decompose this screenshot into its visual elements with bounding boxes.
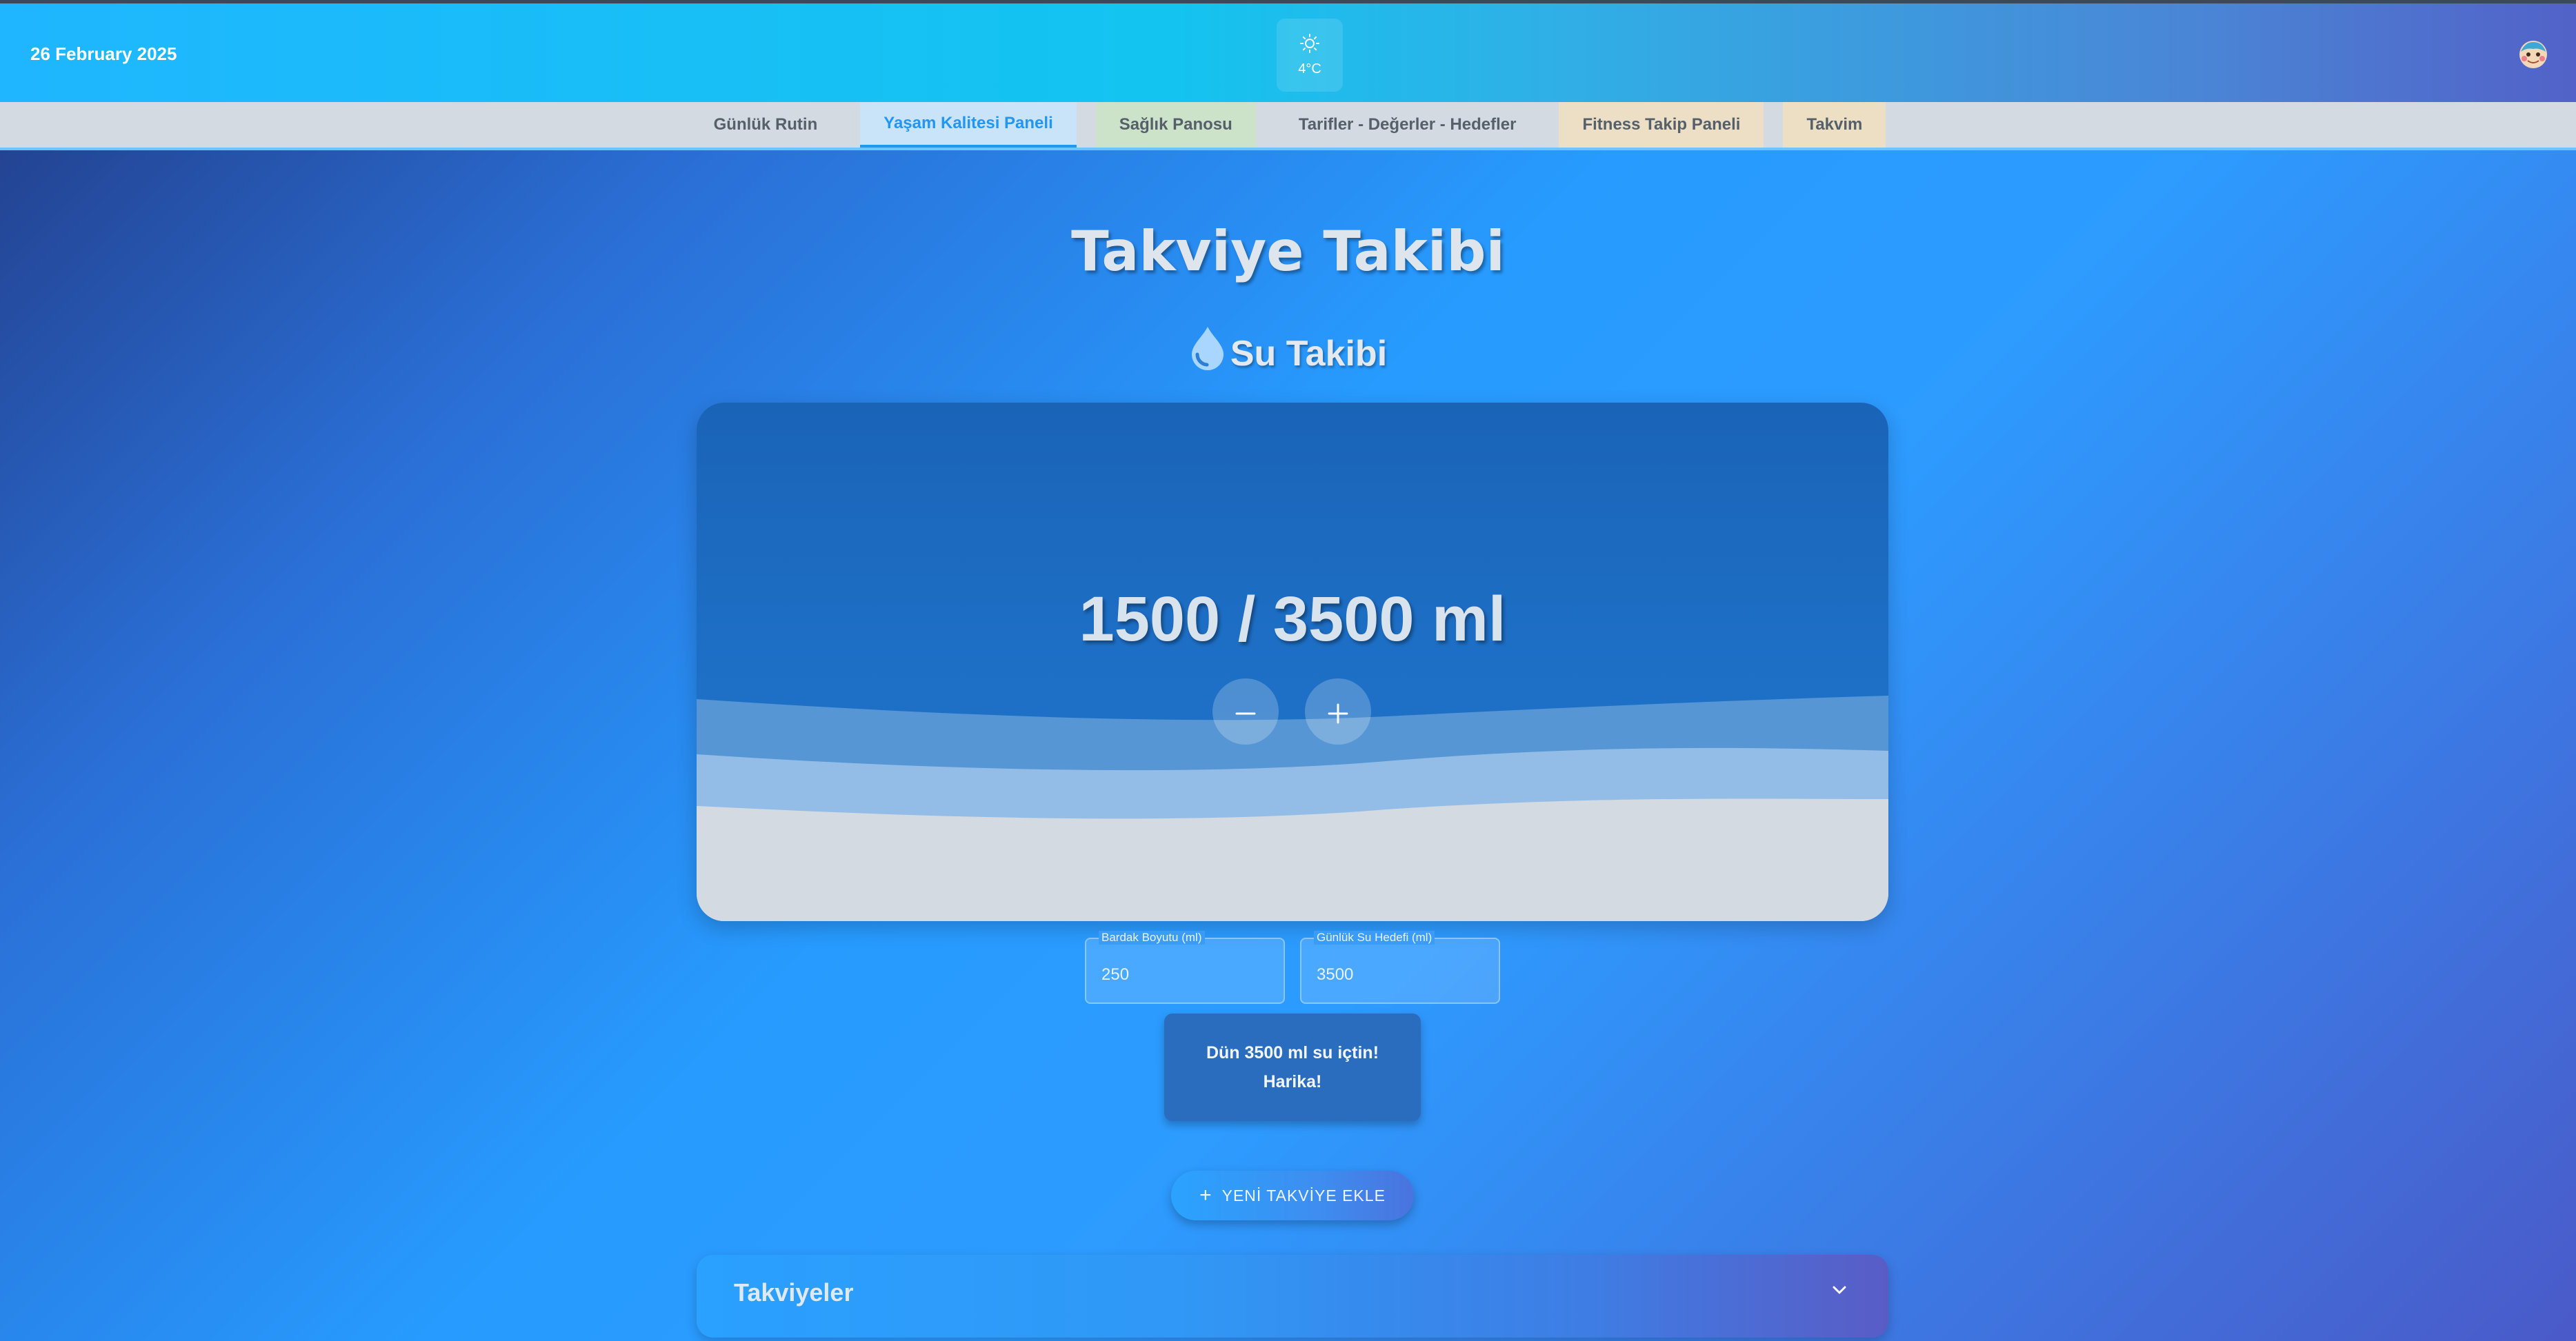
tab-tarifler-degerler-hedefler[interactable]: Tarifler - Değerler - Hedefler: [1275, 102, 1540, 148]
increase-water-button[interactable]: [1305, 678, 1371, 745]
daily-goal-label: Günlük Su Hedefi (ml): [1314, 931, 1435, 945]
yesterday-message: Dün 3500 ml su içtin! Harika!: [1164, 1014, 1421, 1121]
cup-size-field[interactable]: Bardak Boyutu (ml) 250: [1085, 931, 1285, 1004]
yesterday-message-line2: Harika!: [1263, 1072, 1322, 1091]
chevron-down-icon[interactable]: [1832, 1285, 1847, 1298]
tab-fitness-takip-paneli[interactable]: Fitness Takip Paneli: [1559, 102, 1764, 148]
main-nav: Günlük Rutin Yaşam Kalitesi Paneli Sağlı…: [0, 102, 2576, 150]
tab-takvim[interactable]: Takvim: [1783, 102, 1886, 148]
sun-icon: [1299, 33, 1320, 57]
page-title: Takviye Takibi: [1071, 219, 1505, 283]
supplements-title: Takviyeler: [734, 1278, 854, 1307]
water-amount: 1500 / 3500 ml: [1079, 584, 1506, 654]
water-drop-icon: [1189, 325, 1226, 374]
current-date: 26 February 2025: [30, 43, 177, 64]
plus-icon: +: [1199, 1184, 1212, 1207]
top-header: 26 February 2025 4°C: [0, 0, 2576, 102]
tab-gunluk-rutin[interactable]: Günlük Rutin: [690, 102, 841, 148]
tab-yasam-kalitesi-paneli[interactable]: Yaşam Kalitesi Paneli: [860, 102, 1077, 148]
daily-goal-field[interactable]: Günlük Su Hedefi (ml) 3500: [1300, 931, 1500, 1004]
decrease-water-button[interactable]: [1212, 678, 1279, 745]
add-supplement-label: YENİ TAKVİYE EKLE: [1221, 1186, 1386, 1204]
weather-widget[interactable]: 4°C: [1277, 19, 1343, 92]
plus-icon: [1326, 691, 1350, 732]
water-level-waves: [697, 696, 1888, 921]
cup-size-label: Bardak Boyutu (ml): [1099, 931, 1205, 945]
temperature: 4°C: [1298, 61, 1321, 77]
tab-saglik-panosu[interactable]: Sağlık Panosu: [1095, 102, 1256, 148]
minus-icon: [1234, 691, 1257, 732]
water-tracker-card: 1500 / 3500 ml: [697, 403, 1888, 921]
supplements-accordion[interactable]: Takviyeler: [697, 1255, 1888, 1338]
daily-goal-value[interactable]: 3500: [1317, 965, 1353, 985]
yesterday-message-line1: Dün 3500 ml su içtin!: [1206, 1043, 1379, 1062]
add-supplement-button[interactable]: + YENİ TAKVİYE EKLE: [1171, 1171, 1414, 1220]
water-section-heading: Su Takibi: [0, 325, 2576, 374]
water-section-title: Su Takibi: [1230, 334, 1388, 374]
cup-size-value[interactable]: 250: [1101, 965, 1129, 985]
user-avatar-icon[interactable]: [2518, 39, 2548, 70]
